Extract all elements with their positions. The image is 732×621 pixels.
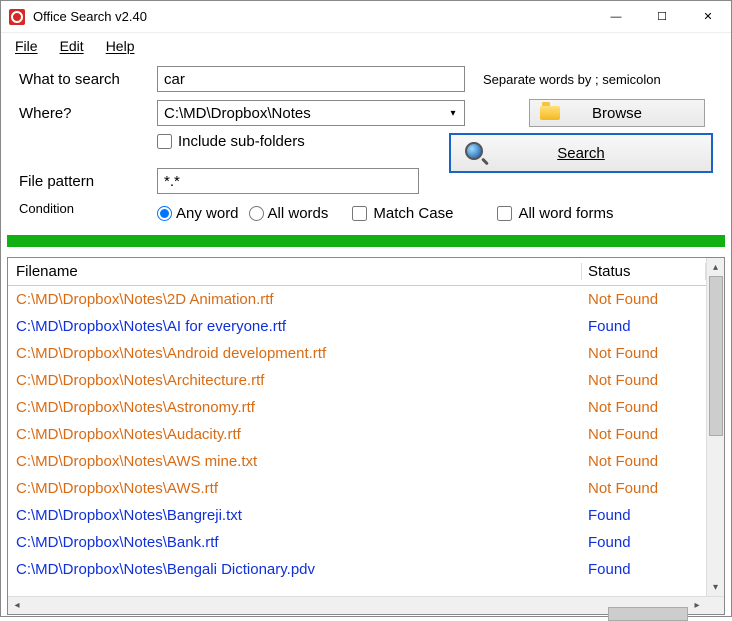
result-row[interactable]: C:\MD\Dropbox\Notes\Android development.… — [8, 340, 706, 367]
menu-help[interactable]: Help — [106, 38, 135, 54]
app-icon — [9, 9, 25, 25]
menu-file[interactable]: File — [15, 38, 38, 54]
radio-all-words[interactable]: All words — [249, 205, 329, 222]
where-dropdown-button[interactable]: ▾ — [442, 101, 464, 125]
result-status: Found — [582, 318, 706, 335]
scroll-thumb[interactable] — [709, 276, 723, 436]
condition-label: Condition — [19, 199, 157, 216]
result-row[interactable]: C:\MD\Dropbox\Notes\Bank.rtfFound — [8, 529, 706, 556]
col-filename[interactable]: Filename — [8, 263, 582, 280]
all-forms-checkbox[interactable]: All word forms — [497, 205, 613, 222]
search-form: What to search Separate words by ; semic… — [1, 59, 731, 227]
result-status: Not Found — [582, 480, 706, 497]
results-panel: Filename Status C:\MD\Dropbox\Notes\2D A… — [7, 257, 725, 615]
match-case-checkbox[interactable]: Match Case — [352, 205, 453, 222]
result-status: Not Found — [582, 399, 706, 416]
result-filename: C:\MD\Dropbox\Notes\Bangreji.txt — [8, 507, 582, 524]
result-row[interactable]: C:\MD\Dropbox\Notes\Architecture.rtfNot … — [8, 367, 706, 394]
pattern-label: File pattern — [19, 173, 157, 190]
result-status: Not Found — [582, 453, 706, 470]
magnifier-icon — [465, 142, 487, 164]
hscroll-thumb[interactable] — [608, 607, 688, 621]
result-row[interactable]: C:\MD\Dropbox\Notes\Audacity.rtfNot Foun… — [8, 421, 706, 448]
close-button[interactable]: ✕ — [685, 1, 731, 33]
result-filename: C:\MD\Dropbox\Notes\AWS.rtf — [8, 480, 582, 497]
result-row[interactable]: C:\MD\Dropbox\Notes\Bangreji.txtFound — [8, 502, 706, 529]
browse-label: Browse — [592, 105, 642, 122]
search-label: Search — [557, 145, 605, 162]
titlebar: Office Search v2.40 — ☐ ✕ — [1, 1, 731, 33]
result-status: Found — [582, 534, 706, 551]
where-label: Where? — [19, 105, 157, 122]
result-row[interactable]: C:\MD\Dropbox\Notes\2D Animation.rtfNot … — [8, 286, 706, 313]
menu-edit[interactable]: Edit — [60, 38, 84, 54]
col-status[interactable]: Status — [582, 263, 706, 280]
scroll-right-icon[interactable]: ▸ — [688, 600, 706, 611]
where-input[interactable] — [157, 100, 465, 126]
result-filename: C:\MD\Dropbox\Notes\AWS mine.txt — [8, 453, 582, 470]
what-label: What to search — [19, 71, 157, 88]
result-row[interactable]: C:\MD\Dropbox\Notes\Astronomy.rtfNot Fou… — [8, 394, 706, 421]
horizontal-scrollbar[interactable]: ◂ ▸ — [8, 596, 724, 614]
result-filename: C:\MD\Dropbox\Notes\Audacity.rtf — [8, 426, 582, 443]
result-filename: C:\MD\Dropbox\Notes\Android development.… — [8, 345, 582, 362]
result-filename: C:\MD\Dropbox\Notes\Architecture.rtf — [8, 372, 582, 389]
all-forms-input[interactable] — [497, 206, 512, 221]
browse-button[interactable]: Browse — [529, 99, 705, 127]
result-filename: C:\MD\Dropbox\Notes\Astronomy.rtf — [8, 399, 582, 416]
result-filename: C:\MD\Dropbox\Notes\AI for everyone.rtf — [8, 318, 582, 335]
scroll-up-icon[interactable]: ▴ — [707, 258, 724, 276]
result-status: Not Found — [582, 372, 706, 389]
vertical-scrollbar[interactable]: ▴ ▾ — [706, 258, 724, 596]
result-status: Found — [582, 561, 706, 578]
radio-all-words-input[interactable] — [249, 206, 264, 221]
results-rows: C:\MD\Dropbox\Notes\2D Animation.rtfNot … — [8, 286, 706, 596]
result-filename: C:\MD\Dropbox\Notes\Bengali Dictionary.p… — [8, 561, 582, 578]
what-input[interactable] — [157, 66, 465, 92]
results-header: Filename Status — [8, 258, 706, 286]
pattern-input[interactable] — [157, 168, 419, 194]
result-row[interactable]: C:\MD\Dropbox\Notes\Bengali Dictionary.p… — [8, 556, 706, 583]
result-filename: C:\MD\Dropbox\Notes\Bank.rtf — [8, 534, 582, 551]
menubar: File Edit Help — [1, 33, 731, 59]
match-case-input[interactable] — [352, 206, 367, 221]
folder-icon — [540, 106, 560, 120]
radio-any-word-input[interactable] — [157, 206, 172, 221]
result-filename: C:\MD\Dropbox\Notes\2D Animation.rtf — [8, 291, 582, 308]
include-subfolders-checkbox[interactable]: Include sub-folders — [157, 133, 305, 150]
result-status: Not Found — [582, 345, 706, 362]
scroll-down-icon[interactable]: ▾ — [707, 578, 724, 596]
result-row[interactable]: C:\MD\Dropbox\Notes\AI for everyone.rtfF… — [8, 313, 706, 340]
result-status: Not Found — [582, 291, 706, 308]
result-row[interactable]: C:\MD\Dropbox\Notes\AWS mine.txtNot Foun… — [8, 448, 706, 475]
search-button[interactable]: Search — [449, 133, 713, 173]
separator-hint: Separate words by ; semicolon — [483, 72, 661, 87]
include-subfolders-label: Include sub-folders — [178, 133, 305, 150]
minimize-button[interactable]: — — [593, 1, 639, 33]
include-subfolders-input[interactable] — [157, 134, 172, 149]
result-row[interactable]: C:\MD\Dropbox\Notes\AWS.rtfNot Found — [8, 475, 706, 502]
result-status: Not Found — [582, 426, 706, 443]
progress-bar — [7, 235, 725, 247]
window-title: Office Search v2.40 — [33, 9, 593, 24]
result-status: Found — [582, 507, 706, 524]
maximize-button[interactable]: ☐ — [639, 1, 685, 33]
scroll-left-icon[interactable]: ◂ — [8, 600, 26, 611]
radio-any-word[interactable]: Any word — [157, 205, 239, 222]
